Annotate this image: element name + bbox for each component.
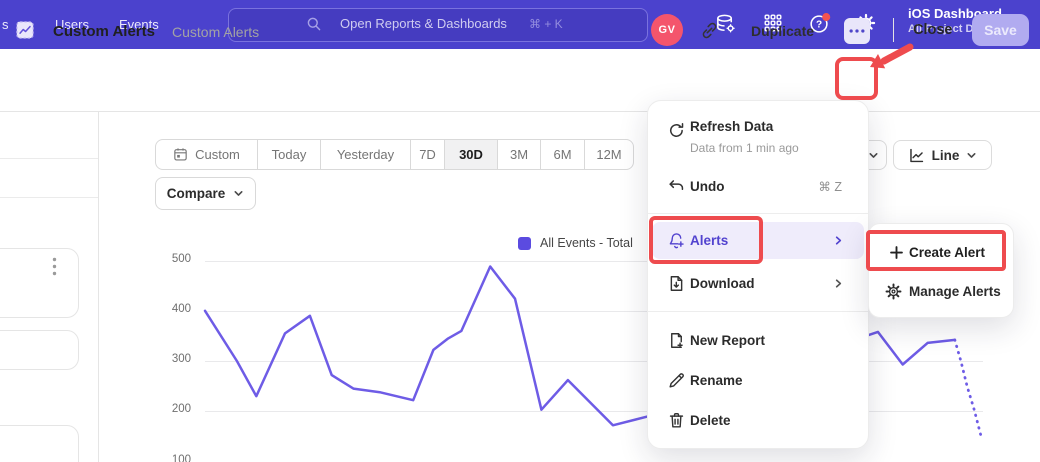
- date-range-label: 6M: [553, 147, 571, 162]
- trash-icon: [665, 411, 687, 430]
- date-range-3m[interactable]: 3M: [498, 140, 541, 169]
- date-range-today[interactable]: Today: [258, 140, 321, 169]
- query-card[interactable]: [0, 330, 79, 370]
- chevron-down-icon: [233, 188, 244, 199]
- submenu-item-label: Manage Alerts: [909, 284, 1001, 299]
- date-range-7d[interactable]: 7D: [411, 140, 445, 169]
- menu-item-label: Download: [690, 276, 755, 291]
- menu-item-alerts[interactable]: Alerts: [652, 222, 864, 259]
- chart-type-label: Line: [932, 148, 960, 163]
- menu-item-subtitle: Data from 1 min ago: [690, 141, 799, 155]
- compare-button[interactable]: Compare: [155, 177, 256, 210]
- y-axis-tick: 500: [145, 253, 191, 265]
- legend-swatch: [518, 237, 531, 250]
- menu-item-label: Undo: [690, 179, 725, 194]
- new-report-icon: [665, 331, 687, 350]
- refresh-icon: [665, 121, 687, 140]
- legend-label: All Events - Total: [540, 236, 633, 250]
- avatar[interactable]: GV: [651, 14, 683, 46]
- alerts-submenu: Create Alert Manage Alerts: [868, 223, 1014, 318]
- notification-dot: [822, 13, 830, 21]
- date-range-custom[interactable]: Custom: [156, 140, 258, 169]
- chevron-down-icon: [868, 150, 879, 161]
- divider: [0, 158, 98, 159]
- app-window: s UsersEvents Open Reports & Dashboards …: [0, 0, 1040, 462]
- chevron-right-icon: [833, 235, 844, 246]
- date-range-label: 7D: [419, 147, 436, 162]
- bell-plus-icon: [665, 231, 687, 250]
- nav-truncated-label: s: [2, 17, 9, 32]
- chevron-down-icon: [966, 150, 977, 161]
- svg-text:?: ?: [816, 20, 822, 31]
- date-range-label: Custom: [195, 147, 240, 162]
- save-button[interactable]: Save: [972, 14, 1029, 46]
- date-range-6m[interactable]: 6M: [541, 140, 585, 169]
- divider: [0, 197, 98, 198]
- date-range-label: 3M: [510, 147, 528, 162]
- breadcrumb: Custom Alerts: [172, 24, 259, 40]
- menu-item-delete[interactable]: Delete: [648, 405, 868, 435]
- chart-legend[interactable]: All Events - Total: [518, 236, 633, 250]
- menu-item-refresh-data[interactable]: Refresh Data Data from 1 min ago: [648, 117, 868, 161]
- divider: [893, 18, 894, 42]
- menu-item-label: New Report: [690, 333, 765, 348]
- close-button[interactable]: Close: [913, 22, 953, 38]
- submenu-item-create-alert[interactable]: Create Alert: [869, 236, 1013, 268]
- y-axis-tick: 400: [145, 303, 191, 315]
- query-builder-panel: [0, 111, 99, 462]
- query-card[interactable]: [0, 425, 79, 462]
- download-icon: [665, 274, 687, 293]
- submenu-item-label: Create Alert: [909, 245, 985, 260]
- date-range-30d[interactable]: 30D: [445, 140, 498, 169]
- date-range-label: Yesterday: [337, 147, 394, 162]
- menu-item-label: Rename: [690, 373, 743, 388]
- line-chart-icon: [908, 147, 925, 164]
- duplicate-button[interactable]: Duplicate: [751, 23, 814, 39]
- pencil-icon: [665, 371, 687, 390]
- calendar-icon: [173, 147, 188, 162]
- chevron-right-icon: [833, 278, 844, 289]
- undo-icon: [665, 177, 687, 196]
- menu-item-undo[interactable]: Undo ⌘ Z: [648, 171, 868, 201]
- menu-item-label: Refresh Data: [690, 119, 773, 134]
- plus-icon: [885, 245, 907, 260]
- page-title: Custom Alerts: [53, 23, 155, 40]
- date-range-yesterday[interactable]: Yesterday: [321, 140, 411, 169]
- date-range-label: 30D: [459, 147, 483, 162]
- search-placeholder: Open Reports & Dashboards: [340, 16, 507, 31]
- report-options-menu: Refresh Data Data from 1 min ago Undo ⌘ …: [647, 100, 869, 449]
- ellipsis-icon: [848, 27, 866, 35]
- y-axis-tick: 100: [145, 454, 191, 462]
- menu-item-rename[interactable]: Rename: [648, 365, 868, 395]
- copy-link-icon[interactable]: [699, 20, 720, 41]
- divider: [648, 311, 868, 312]
- submenu-item-manage-alerts[interactable]: Manage Alerts: [869, 275, 1013, 307]
- date-range-12m[interactable]: 12M: [585, 140, 633, 169]
- kebab-menu-icon[interactable]: [52, 257, 57, 276]
- gear-icon: [882, 282, 904, 301]
- menu-item-new-report[interactable]: New Report: [648, 325, 868, 355]
- menu-item-download[interactable]: Download: [648, 268, 868, 298]
- report-type-icon: [16, 21, 34, 39]
- query-card[interactable]: [0, 248, 79, 318]
- more-options-button[interactable]: [844, 18, 870, 44]
- date-range-label: Today: [272, 147, 307, 162]
- shortcut-hint: ⌘ Z: [818, 179, 842, 194]
- search-shortcut-hint: ⌘ + K: [529, 17, 563, 31]
- report-header: [0, 49, 1040, 112]
- y-axis-tick: 200: [145, 403, 191, 415]
- y-axis-tick: 300: [145, 353, 191, 365]
- menu-item-label: Alerts: [690, 233, 728, 248]
- menu-item-label: Delete: [690, 413, 731, 428]
- date-range-label: 12M: [596, 147, 621, 162]
- search-icon: [306, 16, 322, 32]
- compare-label: Compare: [167, 186, 226, 201]
- divider: [648, 213, 868, 214]
- date-range-selector: Custom Today Yesterday 7D 30D 3M 6M 12M: [155, 139, 634, 170]
- chart-type-button[interactable]: Line: [893, 140, 992, 170]
